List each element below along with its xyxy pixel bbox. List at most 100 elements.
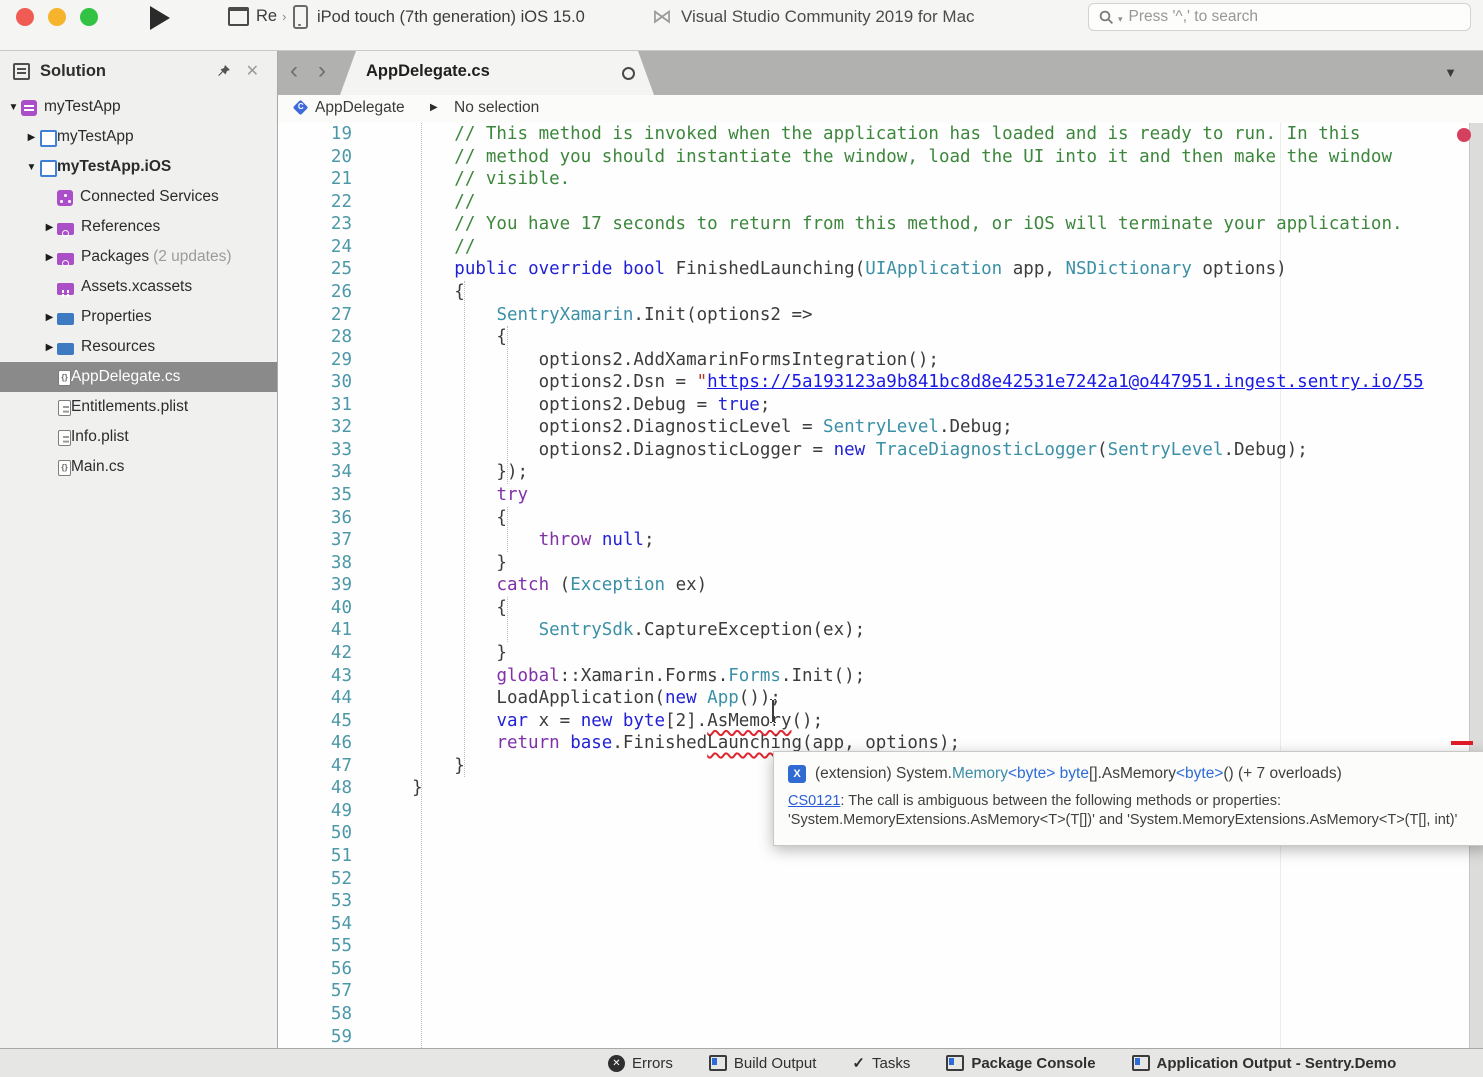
code-line[interactable]: SentryXamarin.Init(options2 => [370,304,1470,327]
line-number[interactable]: 27 [278,304,352,327]
panel-button-build-output[interactable]: Build Output [709,1055,817,1072]
line-number[interactable]: 23 [278,213,352,236]
error-code-link[interactable]: CS0121 [788,793,840,809]
sidebar-item-info-plist[interactable]: Info.plist [0,422,277,452]
line-number[interactable]: 19 [278,123,352,146]
code-line[interactable]: public override bool FinishedLaunching(U… [370,258,1470,281]
collapse-arrow-icon[interactable]: ▼ [6,102,21,113]
line-number-gutter[interactable]: 1920212223242526272829303132333435363738… [278,123,352,1048]
sidebar-item-properties[interactable]: ▶Properties [0,302,277,332]
code-line[interactable]: LoadApplication(new App()); [370,687,1470,710]
sidebar-item-assets-xcassets[interactable]: Assets.xcassets [0,272,277,302]
line-number[interactable]: 20 [278,146,352,169]
close-window-button[interactable] [16,8,34,26]
sidebar-item-references[interactable]: ▶References [0,212,277,242]
pin-icon[interactable] [217,64,231,83]
line-number[interactable]: 30 [278,371,352,394]
line-number[interactable]: 43 [278,665,352,688]
panel-button-errors[interactable]: ✕Errors [608,1055,673,1072]
device-selector[interactable]: iPod touch (7th generation) iOS 15.0 [293,5,585,29]
code-line[interactable] [370,958,1470,981]
line-number[interactable]: 54 [278,913,352,936]
breadcrumb-type[interactable]: AppDelegate [315,99,405,117]
code-line[interactable]: // [370,236,1470,259]
line-number[interactable]: 52 [278,868,352,891]
sidebar-item-packages[interactable]: ▶Packages(2 updates) [0,242,277,272]
scroll-indicator-strip[interactable] [1469,123,1483,1048]
line-number[interactable]: 24 [278,236,352,259]
sidebar-item-entitlements-plist[interactable]: Entitlements.plist [0,392,277,422]
breadcrumb-selection[interactable]: No selection [454,99,539,117]
code-line[interactable]: // You have 17 seconds to return from th… [370,213,1470,236]
line-number[interactable]: 58 [278,1003,352,1026]
line-number[interactable]: 32 [278,416,352,439]
line-number[interactable]: 25 [278,258,352,281]
sidebar-item-mytestapp[interactable]: ▼myTestApp [0,92,277,122]
code-line[interactable] [370,935,1470,958]
line-number[interactable]: 33 [278,439,352,462]
code-line[interactable]: try [370,484,1470,507]
run-button[interactable] [148,5,178,33]
collapse-arrow-icon[interactable]: ▼ [24,162,39,173]
code-line[interactable]: { [370,507,1470,530]
panel-button-package-console[interactable]: Package Console [946,1055,1095,1072]
line-number[interactable]: 39 [278,574,352,597]
code-line[interactable]: options2.DiagnosticLogger = new TraceDia… [370,439,1470,462]
line-number[interactable]: 44 [278,687,352,710]
sidebar-item-connected-services[interactable]: Connected Services [0,182,277,212]
line-number[interactable]: 36 [278,507,352,530]
code-text[interactable]: // This method is invoked when the appli… [370,123,1470,1048]
expand-arrow-icon[interactable]: ▶ [42,312,57,323]
code-line[interactable]: global::Xamarin.Forms.Forms.Init(); [370,665,1470,688]
code-line[interactable]: } [370,552,1470,575]
expand-arrow-icon[interactable]: ▶ [42,342,57,353]
line-number[interactable]: 53 [278,890,352,913]
search-field[interactable]: ▾ [1088,3,1471,31]
panel-button-application-output-sentry-demo[interactable]: Application Output - Sentry.Demo [1132,1055,1397,1072]
code-line[interactable]: catch (Exception ex) [370,574,1470,597]
build-configuration-selector[interactable]: Re › [228,7,286,26]
code-line[interactable]: var x = new byte[2].AsMemory(); [370,710,1470,733]
code-line[interactable]: // This method is invoked when the appli… [370,123,1470,146]
code-line[interactable]: } [370,642,1470,665]
code-line[interactable] [370,980,1470,1003]
line-number[interactable]: 22 [278,191,352,214]
tab-appdelegate[interactable]: AppDelegate.cs [340,51,654,95]
code-line[interactable]: { [370,281,1470,304]
navigate-back-button[interactable]: ‹ [290,56,298,86]
line-number[interactable]: 34 [278,461,352,484]
code-line[interactable]: options2.Debug = true; [370,394,1470,417]
line-number[interactable]: 48 [278,777,352,800]
code-line[interactable] [370,1003,1470,1026]
line-number[interactable]: 45 [278,710,352,733]
code-line[interactable]: { [370,597,1470,620]
line-number[interactable]: 28 [278,326,352,349]
code-editor[interactable]: 1920212223242526272829303132333435363738… [278,123,1483,1048]
line-number[interactable]: 47 [278,755,352,778]
line-number[interactable]: 46 [278,732,352,755]
zoom-window-button[interactable] [80,8,98,26]
line-number[interactable]: 50 [278,822,352,845]
code-line[interactable]: // visible. [370,168,1470,191]
line-number[interactable]: 31 [278,394,352,417]
code-line[interactable]: options2.AddXamarinFormsIntegration(); [370,349,1470,372]
line-number[interactable]: 40 [278,597,352,620]
sidebar-item-appdelegate-cs[interactable]: {}AppDelegate.cs [0,362,277,392]
line-number[interactable]: 35 [278,484,352,507]
expand-arrow-icon[interactable]: ▶ [24,132,39,143]
sidebar-item-mytestapp-ios[interactable]: ▼myTestApp.iOS [0,152,277,182]
sidebar-item-resources[interactable]: ▶Resources [0,332,277,362]
code-line[interactable] [370,890,1470,913]
line-number[interactable]: 49 [278,800,352,823]
code-line[interactable]: throw null; [370,529,1470,552]
code-line[interactable] [370,913,1470,936]
search-input[interactable] [1127,7,1460,27]
line-number[interactable]: 38 [278,552,352,575]
line-number[interactable]: 21 [278,168,352,191]
code-line[interactable]: }); [370,461,1470,484]
code-line[interactable]: SentrySdk.CaptureException(ex); [370,619,1470,642]
line-number[interactable]: 29 [278,349,352,372]
line-number[interactable]: 55 [278,935,352,958]
line-number[interactable]: 37 [278,529,352,552]
line-number[interactable]: 41 [278,619,352,642]
